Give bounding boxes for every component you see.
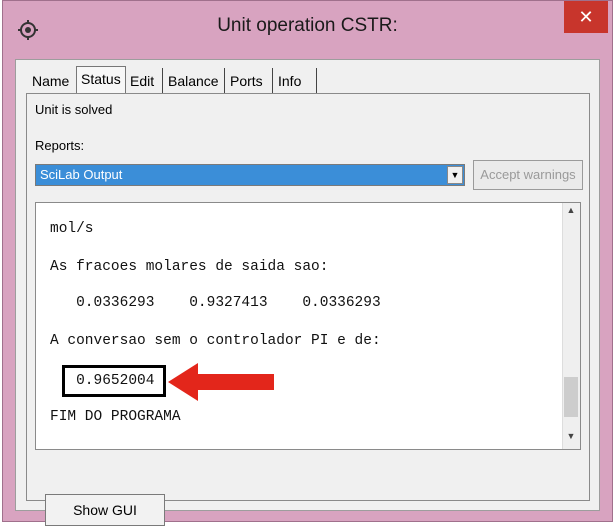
- tab-divider: [272, 68, 273, 94]
- close-button[interactable]: ✕: [564, 1, 608, 33]
- status-text: Unit is solved: [35, 102, 113, 117]
- output-line: As fracoes molares de saida sao:: [50, 259, 329, 275]
- scroll-up-icon[interactable]: ▲: [564, 205, 578, 219]
- title-bar[interactable]: Unit operation CSTR: ✕: [3, 1, 612, 59]
- chevron-down-icon[interactable]: ▼: [447, 166, 463, 184]
- report-output[interactable]: mol/s As fracoes molares de saida sao: 0…: [35, 202, 581, 450]
- scroll-down-icon[interactable]: ▼: [564, 431, 578, 445]
- output-line: 0.0336293 0.9327413 0.0336293: [50, 295, 381, 311]
- tab-name[interactable]: Name: [32, 70, 69, 92]
- window-title: Unit operation CSTR:: [217, 15, 398, 36]
- tab-balance[interactable]: Balance: [168, 70, 219, 92]
- show-gui-button[interactable]: Show GUI: [45, 494, 165, 526]
- tab-info[interactable]: Info: [278, 70, 301, 92]
- accept-warnings-button[interactable]: Accept warnings: [473, 160, 583, 190]
- reports-dropdown[interactable]: SciLab Output ▼: [35, 164, 465, 186]
- tab-divider: [162, 68, 163, 94]
- red-arrow-icon: [168, 363, 274, 401]
- status-panel: Unit is solved Reports: SciLab Output ▼ …: [26, 93, 590, 526]
- tab-divider: [224, 68, 225, 94]
- vertical-scrollbar[interactable]: ▲ ▼: [562, 203, 580, 449]
- close-icon: ✕: [578, 7, 594, 27]
- app-window: Unit operation CSTR: ✕ Name Status Edit …: [2, 0, 613, 526]
- output-line: mol/s: [50, 221, 94, 237]
- tab-status[interactable]: Status: [76, 66, 126, 94]
- tab-divider: [316, 68, 317, 94]
- reports-label: Reports:: [35, 138, 85, 153]
- output-line: FIM DO PROGRAMA: [50, 409, 181, 425]
- scroll-thumb[interactable]: [564, 377, 578, 417]
- conversion-highlight-box: [62, 365, 166, 397]
- reports-selected-value: SciLab Output: [40, 167, 123, 182]
- tab-ports[interactable]: Ports: [230, 70, 263, 92]
- dialog-client: Name Status Edit Balance Ports Info Unit…: [15, 59, 600, 526]
- tab-edit[interactable]: Edit: [130, 70, 154, 92]
- output-line: A conversao sem o controlador PI e de:: [50, 333, 381, 349]
